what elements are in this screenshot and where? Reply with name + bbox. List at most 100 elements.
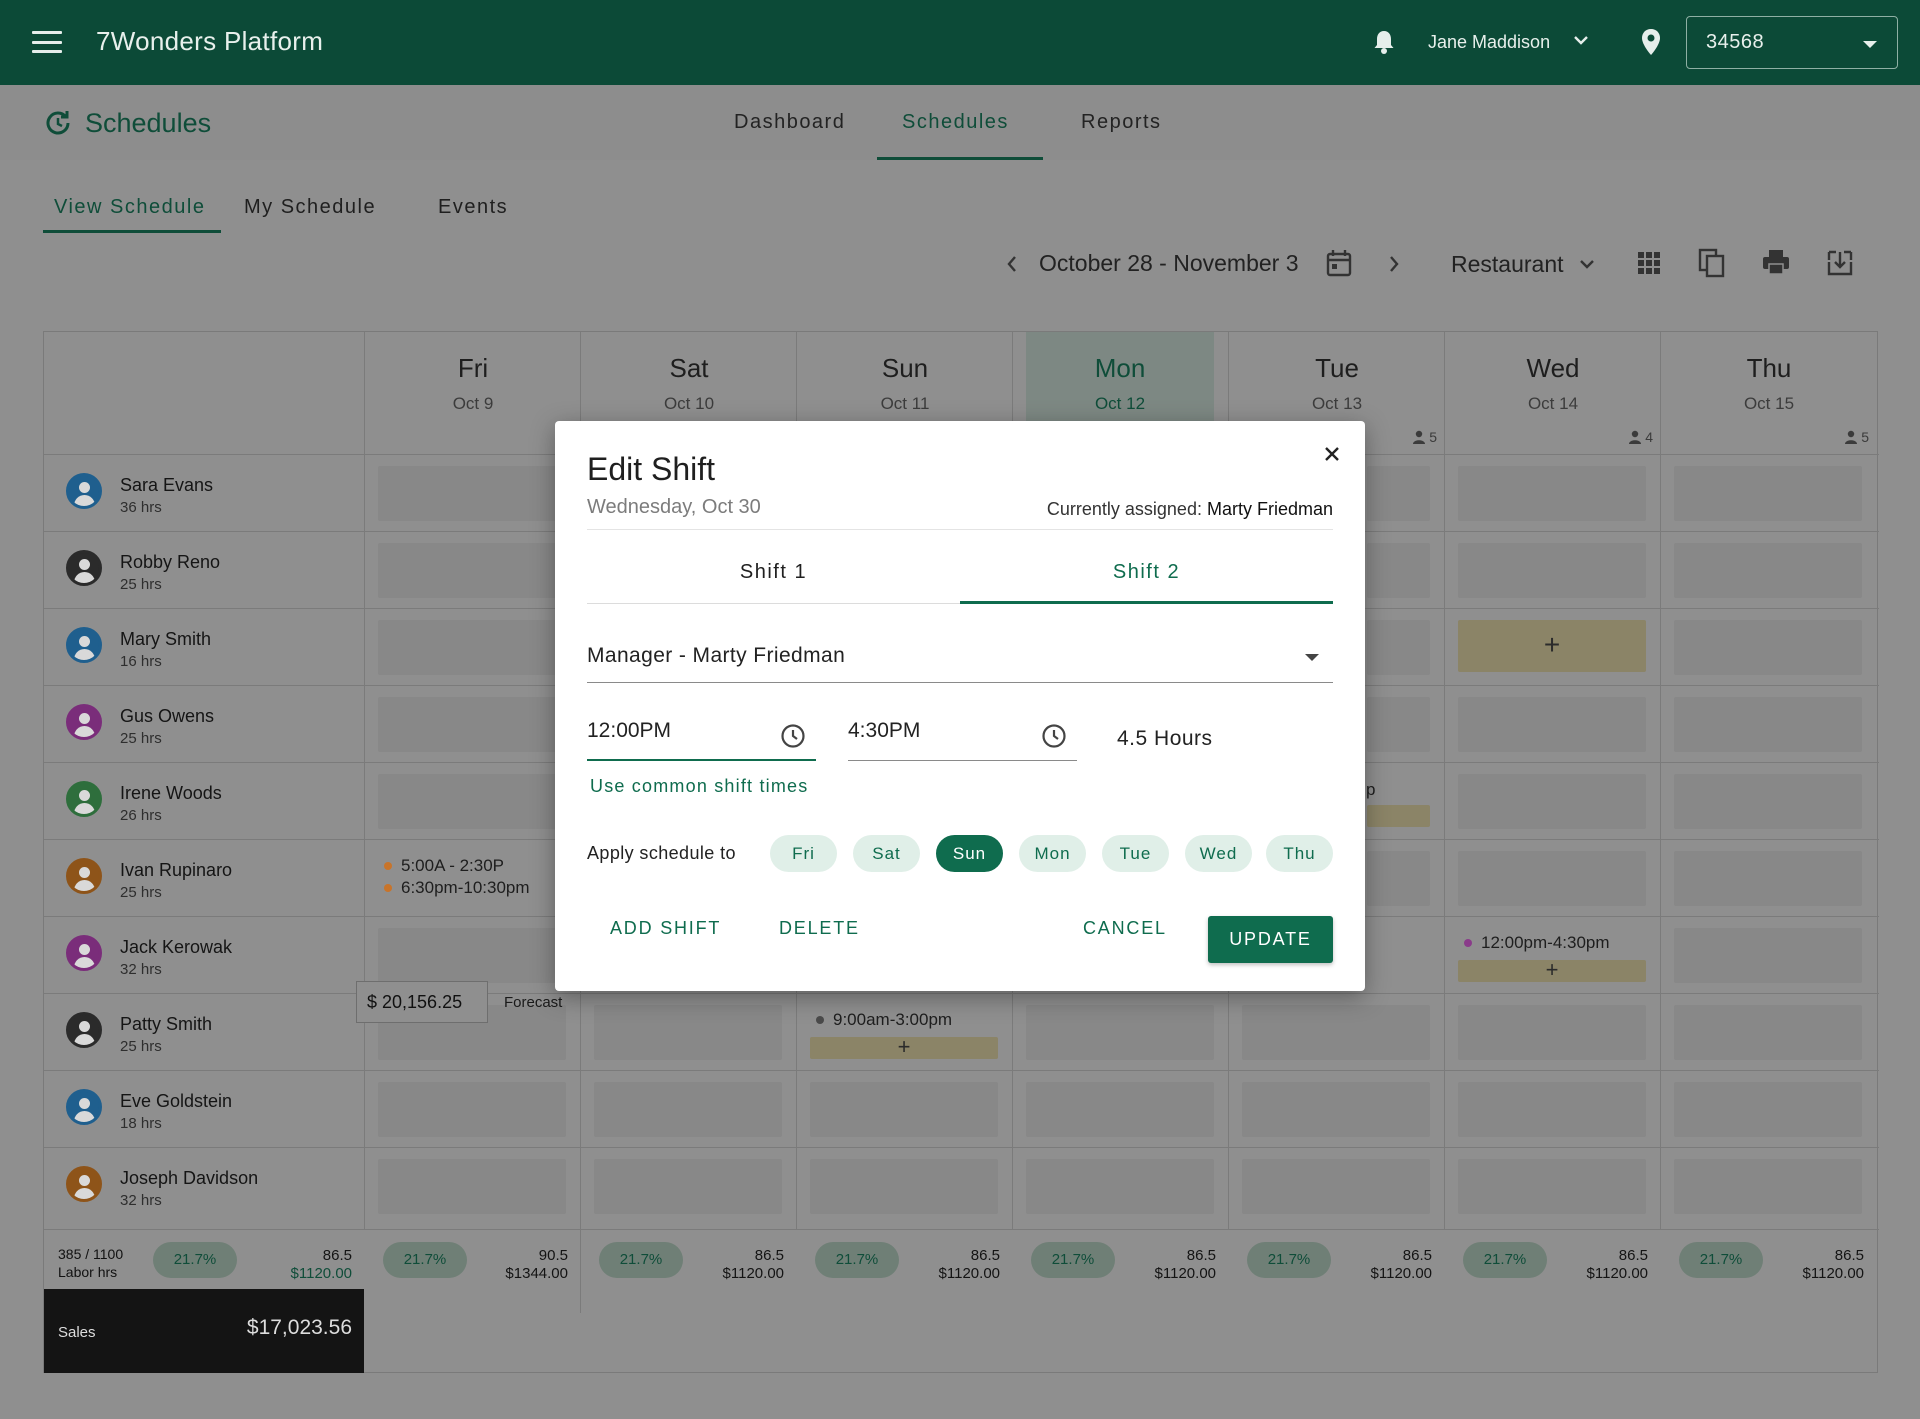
shift-cell-empty[interactable] [1367,620,1430,675]
shift-cell-empty[interactable] [1458,851,1646,906]
tab-dashboard[interactable]: Dashboard [734,111,845,134]
chevron-left-icon[interactable] [1004,254,1020,274]
forecast-input[interactable]: $ 20,156.25 [356,981,488,1023]
shift-cell-empty[interactable] [1674,774,1862,829]
role-employee-select[interactable]: Manager - Marty Friedman [587,631,1333,683]
shift-cell-empty[interactable] [378,1082,566,1137]
employee-row[interactable]: Patty Smith 25 hrs [44,994,364,1071]
shift-cell-empty[interactable] [1242,1159,1430,1214]
employee-row[interactable]: Mary Smith 16 hrs [44,609,364,686]
start-time-input[interactable]: 12:00PM [587,711,816,761]
chevron-right-icon[interactable] [1386,254,1402,274]
user-name[interactable]: Jane Maddison [1428,32,1550,53]
grid-view-icon[interactable] [1637,248,1661,276]
update-button[interactable]: UPDATE [1208,916,1333,963]
chevron-down-icon[interactable] [1578,258,1596,272]
shift-cell-empty[interactable] [1367,466,1430,521]
store-select[interactable]: 34568 [1686,16,1898,69]
day-chip-thu[interactable]: Thu [1266,835,1333,872]
day-chip-wed[interactable]: Wed [1185,835,1252,872]
delete-button[interactable]: DELETE [779,918,860,939]
shift-cell-empty[interactable] [1458,697,1646,752]
shift-cell-empty[interactable] [1458,543,1646,598]
shift-cell-empty[interactable] [1242,1082,1430,1137]
shift-cell-empty[interactable] [1458,1005,1646,1060]
shift-cell-empty[interactable] [378,697,566,752]
shift-cell-empty[interactable] [1242,1005,1430,1060]
shift-cell-empty[interactable] [1367,851,1430,906]
day-chip-mon[interactable]: Mon [1019,835,1086,872]
tab-shift-2[interactable]: Shift 2 [960,561,1333,584]
subtab-events[interactable]: Events [438,196,508,219]
shift-cell-empty[interactable] [378,543,566,598]
shift-cell-empty[interactable] [1458,774,1646,829]
shift-cell-empty[interactable] [1367,543,1430,598]
shift-entry[interactable]: 5:00A - 2:30P [384,856,504,876]
shift-cell-empty[interactable] [378,774,566,829]
add-shift-button[interactable]: + [810,1036,998,1059]
clock-icon[interactable] [1041,723,1067,749]
day-chip-sun[interactable]: Sun [936,835,1003,872]
shift-cell-empty[interactable] [1674,851,1862,906]
employee-row[interactable]: Jack Kerowak 32 hrs [44,917,364,994]
employee-row[interactable]: Gus Owens 25 hrs [44,686,364,763]
shift-cell-empty[interactable] [1674,928,1862,983]
shift-entry[interactable]: 6:30pm-10:30pm [384,878,530,898]
shift-cell-empty[interactable] [810,1159,998,1214]
shift-cell-empty[interactable] [1458,1159,1646,1214]
day-chip-sat[interactable]: Sat [853,835,920,872]
common-shift-times-link[interactable]: Use common shift times [590,776,808,797]
shift-entry[interactable]: 12:00pm-4:30pm [1464,933,1610,953]
shift-cell-empty[interactable] [378,466,566,521]
employee-row[interactable]: Joseph Davidson 32 hrs [44,1148,364,1225]
close-icon[interactable] [1321,443,1343,465]
menu-icon[interactable] [32,31,62,53]
employee-row[interactable]: Sara Evans 36 hrs [44,455,364,532]
download-icon[interactable] [1825,248,1855,276]
employee-row[interactable]: Irene Woods 26 hrs [44,763,364,840]
shift-cell-empty[interactable] [378,928,566,983]
shift-cell-empty[interactable] [1674,697,1862,752]
shift-cell-empty[interactable] [378,620,566,675]
chevron-down-icon[interactable] [1572,34,1590,48]
shift-cell-empty[interactable] [1026,1005,1214,1060]
shift-entry[interactable]: 9:00am-3:00pm [816,1010,952,1030]
shift-cell-empty[interactable] [1674,620,1862,675]
location-select[interactable]: Restaurant [1451,251,1564,278]
shift-cell-empty[interactable] [1674,1159,1862,1214]
shift-cell-empty[interactable] [1674,1082,1862,1137]
shift-cell-empty[interactable] [810,1082,998,1137]
shift-cell-empty[interactable] [378,1159,566,1214]
shift-entry[interactable]: p [1366,780,1375,800]
notifications-bell-icon[interactable] [1372,29,1396,55]
shift-cell-empty[interactable] [594,1159,782,1214]
add-shift-button[interactable]: ADD SHIFT [610,918,721,939]
calendar-icon[interactable] [1326,249,1352,277]
cancel-button[interactable]: CANCEL [1083,918,1167,939]
employee-row[interactable]: Eve Goldstein 18 hrs [44,1071,364,1148]
clock-icon[interactable] [780,723,806,749]
tab-reports[interactable]: Reports [1081,111,1162,134]
tab-shift-1[interactable]: Shift 1 [587,561,960,584]
shift-cell-empty[interactable] [1674,1005,1862,1060]
shift-cell-empty[interactable] [1458,1082,1646,1137]
print-icon[interactable] [1761,248,1791,276]
shift-cell-empty[interactable] [594,1082,782,1137]
tab-schedules[interactable]: Schedules [902,111,1009,134]
day-chip-tue[interactable]: Tue [1102,835,1169,872]
shift-cell-empty[interactable] [594,1005,782,1060]
shift-cell-empty[interactable] [1026,1082,1214,1137]
shift-cell-empty[interactable] [1458,466,1646,521]
shift-cell-empty[interactable] [1367,697,1430,752]
shift-cell-empty[interactable] [1026,1159,1214,1214]
add-shift-button[interactable] [1367,805,1430,827]
shift-cell-empty[interactable] [1674,466,1862,521]
shift-cell-empty[interactable] [1674,543,1862,598]
subtab-my-schedule[interactable]: My Schedule [244,196,376,219]
employee-row[interactable]: Robby Reno 25 hrs [44,532,364,609]
employee-row[interactable]: Ivan Rupinaro 25 hrs [44,840,364,917]
add-shift-button[interactable]: + [1458,620,1646,672]
day-chip-fri[interactable]: Fri [770,835,837,872]
add-shift-button[interactable]: + [1458,959,1646,982]
subtab-view-schedule[interactable]: View Schedule [54,196,205,219]
